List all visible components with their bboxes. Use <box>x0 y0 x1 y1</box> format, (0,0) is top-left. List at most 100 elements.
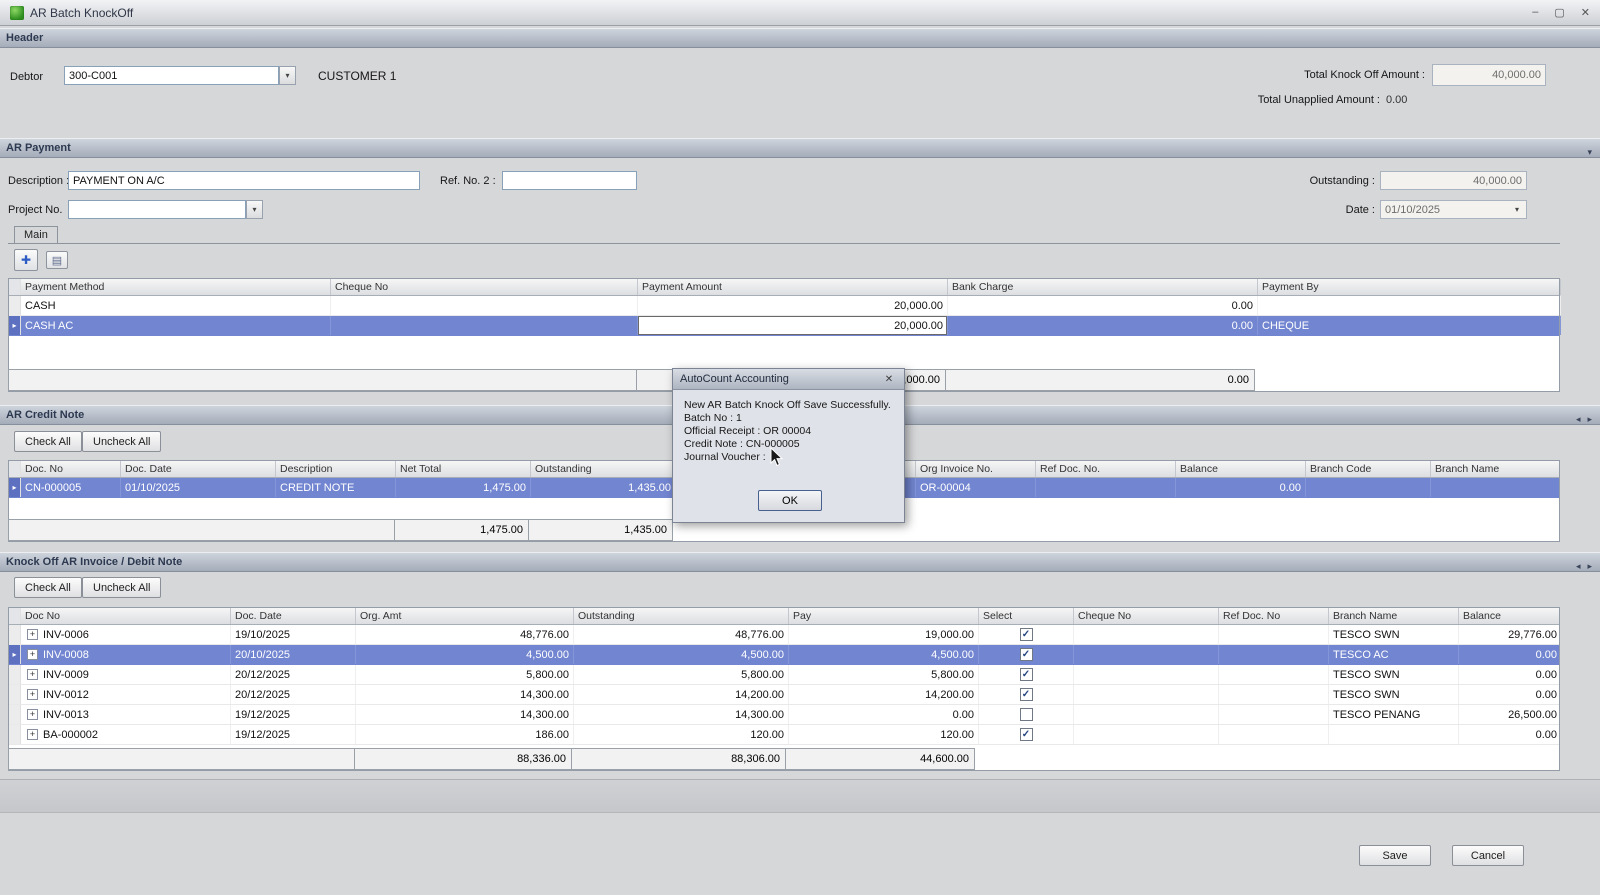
dialog-title-bar[interactable]: AutoCount Accounting ✕ <box>673 369 904 390</box>
outstanding-input[interactable] <box>1380 171 1527 190</box>
col-ref-doc[interactable]: Ref Doc. No. <box>1036 461 1176 477</box>
payment-row-selected[interactable]: ▸ CASH AC 20,000.00 0.00 CHEQUE <box>9 316 1561 336</box>
row-select-checkbox[interactable]: ✓ <box>1019 628 1033 641</box>
col-payment-amount[interactable]: Payment Amount <box>638 279 948 295</box>
project-input[interactable] <box>68 200 246 219</box>
row-gutter <box>9 296 21 315</box>
maximize-button[interactable]: ▢ <box>1554 6 1564 19</box>
col-payment-by[interactable]: Payment By <box>1258 279 1561 295</box>
cell-amount-editing[interactable]: 20,000.00 <box>638 316 948 335</box>
knockoff-row[interactable]: + INV-0012 20/12/2025 14,300.00 14,200.00… <box>9 685 1559 705</box>
col-doc-no[interactable]: Doc. No <box>21 461 121 477</box>
cancel-button[interactable]: Cancel <box>1452 845 1524 866</box>
credit-check-all-button[interactable]: Check All <box>14 431 82 452</box>
cell-balance: 0.00 <box>1535 648 1557 661</box>
cell-ref-doc <box>1219 665 1329 684</box>
knockoff-row[interactable]: + BA-000002 19/12/2025 186.00 120.00 120.… <box>9 725 1559 745</box>
col-balance[interactable]: Balance <box>1459 608 1561 624</box>
add-payment-row-button[interactable]: ✚ <box>14 249 38 271</box>
nav-left-icon[interactable]: ◂ <box>1576 557 1581 576</box>
col-balance[interactable]: Balance <box>1176 461 1306 477</box>
row-select-checkbox[interactable] <box>1019 708 1033 721</box>
debtor-input[interactable] <box>64 66 279 85</box>
ok-button[interactable]: OK <box>758 490 822 511</box>
minimize-button[interactable]: – <box>1532 6 1538 19</box>
section-collapse-icon[interactable]: ▾ <box>1587 143 1592 162</box>
col-pay[interactable]: Pay <box>789 608 979 624</box>
col-select[interactable]: Select <box>979 608 1074 624</box>
row-select-checkbox[interactable]: ✓ <box>1019 728 1033 741</box>
row-gutter <box>9 685 21 704</box>
cell-outstanding: 48,776.00 <box>574 625 789 644</box>
cell-pay: 4,500.00 <box>789 645 979 664</box>
cell-branch-code <box>1306 478 1431 497</box>
col-payment-method[interactable]: Payment Method <box>21 279 331 295</box>
row-gutter <box>9 608 21 624</box>
edit-payment-row-button[interactable]: ▤ <box>46 251 68 269</box>
credit-uncheck-all-button[interactable]: Uncheck All <box>82 431 162 452</box>
footer-spacer <box>975 748 1557 770</box>
tab-main[interactable]: Main <box>14 226 58 244</box>
cell-cheque <box>1074 665 1219 684</box>
col-net-total[interactable]: Net Total <box>396 461 531 477</box>
total-knockoff-input[interactable] <box>1432 64 1546 86</box>
expand-icon[interactable]: + <box>27 709 38 720</box>
project-dropdown-icon[interactable]: ▾ <box>246 200 263 219</box>
nav-right-icon[interactable]: ▸ <box>1587 410 1592 429</box>
col-org-invoice[interactable]: Org Invoice No. <box>916 461 1036 477</box>
col-bank-charge[interactable]: Bank Charge <box>948 279 1258 295</box>
debtor-name-label: CUSTOMER 1 <box>318 69 397 83</box>
cell-doc-date: 01/10/2025 <box>121 478 276 497</box>
col-outstanding[interactable]: Outstanding <box>531 461 676 477</box>
date-dropdown-icon[interactable]: ▾ <box>1509 200 1526 219</box>
row-marker-icon: ▸ <box>9 478 21 497</box>
cell-pay: 19,000.00 <box>789 625 979 644</box>
col-description[interactable]: Description <box>276 461 396 477</box>
col-ref-doc[interactable]: Ref Doc. No <box>1219 608 1329 624</box>
knockoff-check-all-button[interactable]: Check All <box>14 577 82 598</box>
expand-icon[interactable]: + <box>27 729 38 740</box>
row-select-checkbox[interactable]: ✓ <box>1019 668 1033 681</box>
expand-icon[interactable]: + <box>27 629 38 640</box>
col-doc-date[interactable]: Doc. Date <box>121 461 276 477</box>
debtor-dropdown-icon[interactable]: ▾ <box>279 66 296 85</box>
col-cheque-no[interactable]: Cheque No <box>331 279 638 295</box>
expand-icon[interactable]: + <box>27 669 38 680</box>
close-button[interactable]: ✕ <box>1581 6 1590 19</box>
col-cheque-no[interactable]: Cheque No <box>1074 608 1219 624</box>
cell-balance: 0.00 <box>1535 688 1557 701</box>
knockoff-row[interactable]: + INV-0009 20/12/2025 5,800.00 5,800.00 5… <box>9 665 1559 685</box>
col-branch-name[interactable]: Branch Name <box>1329 608 1459 624</box>
dialog-close-icon[interactable]: ✕ <box>881 372 897 386</box>
cell-doc-no: INV-0009 <box>43 668 89 681</box>
col-outstanding[interactable]: Outstanding <box>574 608 789 624</box>
cell-doc-no: CN-000005 <box>21 478 121 497</box>
nav-right-icon[interactable]: ▸ <box>1587 557 1592 576</box>
row-select-checkbox[interactable]: ✓ <box>1019 688 1033 701</box>
expand-icon[interactable]: + <box>27 689 38 700</box>
cell-pay: 14,200.00 <box>789 685 979 704</box>
date-input[interactable] <box>1380 200 1527 219</box>
knockoff-row[interactable]: + INV-0006 19/10/2025 48,776.00 48,776.00… <box>9 625 1559 645</box>
section-header-title: Header <box>6 32 44 44</box>
col-org-amt[interactable]: Org. Amt <box>356 608 574 624</box>
knockoff-row-selected[interactable]: ▸ + INV-0008 20/10/2025 4,500.00 4,500.00… <box>9 645 1559 665</box>
expand-icon[interactable]: + <box>27 649 38 660</box>
row-select-checkbox[interactable]: ✓ <box>1019 648 1033 661</box>
col-branch-name[interactable]: Branch Name <box>1431 461 1561 477</box>
col-doc-date[interactable]: Doc. Date <box>231 608 356 624</box>
col-branch-code[interactable]: Branch Code <box>1306 461 1431 477</box>
description-input[interactable] <box>68 171 420 190</box>
payment-row[interactable]: CASH 20,000.00 0.00 <box>9 296 1561 316</box>
ref-no-input[interactable] <box>502 171 637 190</box>
knockoff-uncheck-all-button[interactable]: Uncheck All <box>82 577 162 598</box>
knockoff-row[interactable]: + INV-0013 19/12/2025 14,300.00 14,300.00… <box>9 705 1559 725</box>
row-marker-icon: ▸ <box>9 645 21 664</box>
nav-left-icon[interactable]: ◂ <box>1576 410 1581 429</box>
row-gutter <box>9 625 21 644</box>
col-doc-no[interactable]: Doc No <box>21 608 231 624</box>
cell-doc-date: 19/12/2025 <box>231 725 356 744</box>
cell-cheque <box>1074 685 1219 704</box>
save-button[interactable]: Save <box>1359 845 1431 866</box>
total-unapplied-value: 0.00 <box>1386 94 1408 106</box>
